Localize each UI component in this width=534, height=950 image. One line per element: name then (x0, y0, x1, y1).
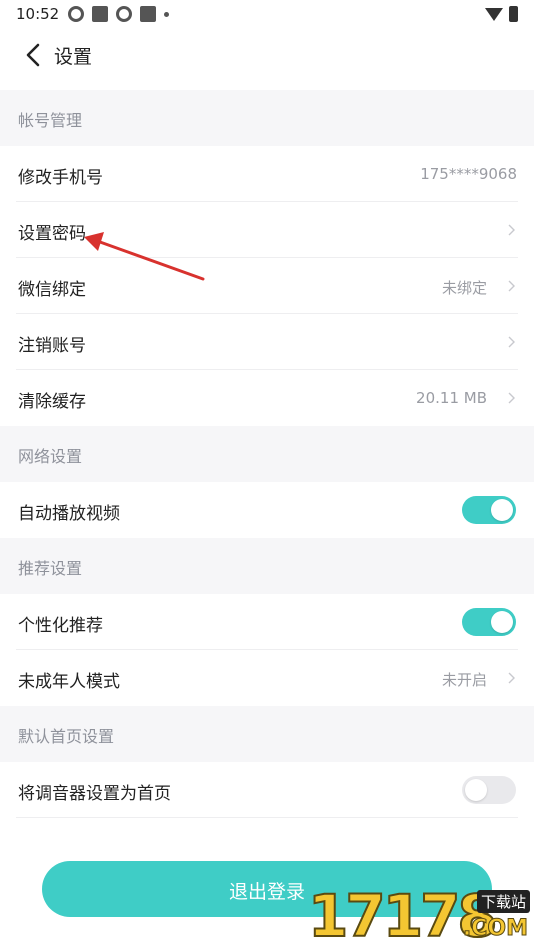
toggle-knob (491, 499, 513, 521)
pinwheel-icon (116, 6, 132, 22)
pinwheel-icon (68, 6, 84, 22)
toggle-knob (491, 611, 513, 633)
row-minor-mode[interactable]: 未成年人模式 未开启 (0, 650, 534, 706)
nav-bar: 设置 (0, 28, 534, 82)
row-personalized-recommend: 个性化推荐 (0, 594, 534, 650)
watermark-tag: 下载站 (476, 890, 530, 913)
chevron-right-icon (508, 672, 515, 684)
status-system-icons (485, 6, 518, 22)
dot-icon (164, 11, 169, 17)
watermark-suffix: .COM (462, 916, 528, 942)
status-bar: 10:52 (0, 0, 534, 28)
minor-mode-status-value: 未开启 (441, 671, 487, 689)
row-label: 注销账号 (18, 336, 86, 356)
row-label: 微信绑定 (18, 280, 86, 300)
tuner-home-toggle[interactable] (462, 776, 516, 804)
wifi-icon (485, 7, 503, 21)
section-header-label: 帐号管理 (18, 111, 83, 130)
page-title: 设置 (54, 46, 93, 68)
row-wechat-binding[interactable]: 微信绑定 未绑定 (0, 258, 534, 314)
chevron-right-icon (508, 224, 515, 236)
chevron-right-icon (508, 336, 515, 348)
row-label: 自动播放视频 (18, 504, 120, 524)
wechat-status-value: 未绑定 (441, 279, 487, 297)
row-label: 修改手机号 (18, 168, 103, 188)
row-label: 清除缓存 (18, 392, 86, 412)
section-header-account: 帐号管理 (0, 90, 534, 146)
row-autoplay-video: 自动播放视频 (0, 482, 534, 538)
row-tuner-as-home: 将调音器设置为首页 (0, 762, 534, 818)
section-header-label: 默认首页设置 (18, 727, 115, 746)
autoplay-toggle[interactable] (462, 496, 516, 524)
row-label: 设置密码 (18, 224, 86, 244)
section-header-label: 推荐设置 (18, 559, 83, 578)
cache-size-value: 20.11 MB (416, 389, 487, 407)
row-clear-cache[interactable]: 清除缓存 20.11 MB (0, 370, 534, 426)
watermark-logo: 17178 下载站 .COM (300, 881, 534, 950)
phone-number-value: 175****9068 (420, 165, 517, 183)
personalized-toggle[interactable] (462, 608, 516, 636)
chevron-right-icon (508, 392, 515, 404)
chevron-left-icon[interactable] (22, 40, 46, 70)
section-header-homepage: 默认首页设置 (0, 706, 534, 762)
chevron-right-icon (508, 280, 515, 292)
battery-icon (509, 6, 518, 22)
row-label: 将调音器设置为首页 (18, 784, 171, 804)
row-cancel-account[interactable]: 注销账号 (0, 314, 534, 370)
toggle-knob (465, 779, 487, 801)
row-change-phone[interactable]: 修改手机号 175****9068 (0, 146, 534, 202)
square-icon (92, 6, 108, 22)
row-set-password[interactable]: 设置密码 (0, 202, 534, 258)
square-icon (140, 6, 156, 22)
section-header-recommend: 推荐设置 (0, 538, 534, 594)
status-time: 10:52 (16, 5, 60, 23)
status-notification-icons (68, 6, 169, 22)
divider (16, 817, 518, 818)
row-label: 未成年人模式 (18, 672, 120, 692)
section-header-network: 网络设置 (0, 426, 534, 482)
section-header-label: 网络设置 (18, 447, 83, 466)
row-label: 个性化推荐 (18, 616, 103, 636)
